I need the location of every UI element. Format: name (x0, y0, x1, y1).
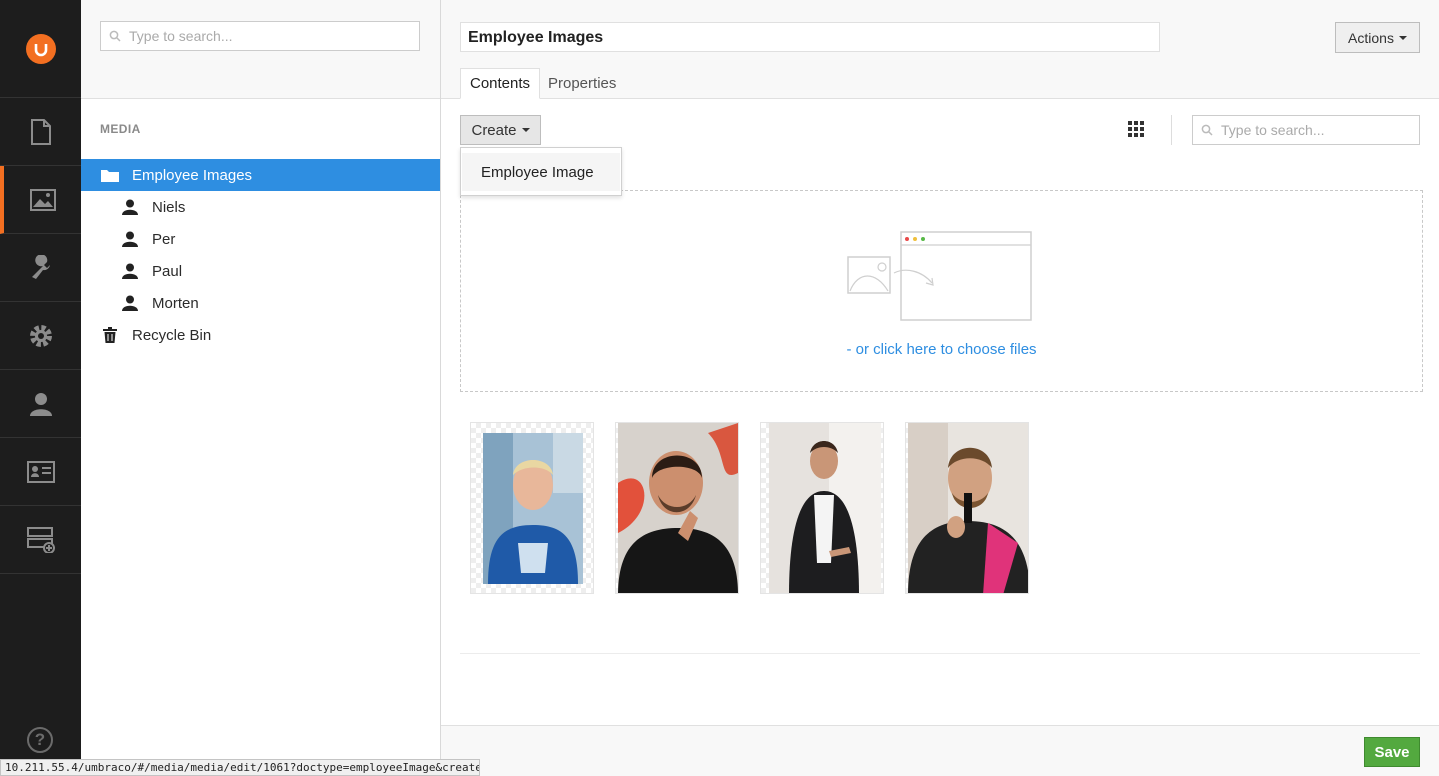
choose-files-link[interactable]: - or click here to choose files (461, 341, 1422, 358)
section-members[interactable] (0, 438, 81, 506)
tree-node-label: Employee Images (132, 166, 253, 184)
employee-photo (618, 423, 738, 593)
actions-button[interactable]: Actions (1335, 22, 1420, 53)
media-thumbnail[interactable] (470, 422, 594, 594)
employee-photo (483, 433, 583, 584)
grid-view-icon[interactable] (1128, 121, 1144, 137)
tab-properties[interactable]: Properties (539, 68, 625, 99)
create-button[interactable]: Create (460, 115, 541, 145)
employee-photo (908, 423, 1028, 593)
user-icon (120, 293, 140, 313)
upload-illustration-icon (847, 231, 1032, 321)
tree-node-morten[interactable]: Morten (81, 287, 440, 319)
section-developer[interactable] (0, 234, 81, 302)
folder-icon (100, 165, 120, 185)
tree-search-input[interactable]: Type to search... (100, 21, 420, 51)
media-tree-panel: Type to search... MEDIA Employee Images … (81, 0, 441, 776)
tree-node-per[interactable]: Per (81, 223, 440, 255)
user-icon (120, 229, 140, 249)
browser-status-url: 10.211.55.4/umbraco/#/media/media/edit/1… (0, 759, 480, 776)
tree-node-label: Per (152, 230, 176, 248)
section-users[interactable] (0, 370, 81, 438)
tree-node-paul[interactable]: Paul (81, 255, 440, 287)
media-editor: Employee Images Actions Contents Propert… (441, 0, 1439, 776)
section-media[interactable] (0, 166, 81, 234)
tree-node-niels[interactable]: Niels (81, 191, 440, 223)
forms-icon (26, 526, 55, 553)
search-icon (1201, 124, 1213, 136)
section-content[interactable] (0, 98, 81, 166)
members-icon (26, 460, 55, 483)
editor-footer: Save (441, 725, 1439, 776)
tree-search-placeholder: Type to search... (129, 28, 233, 44)
search-icon (109, 30, 121, 42)
caret-down-icon (521, 128, 530, 132)
settings-icon (29, 324, 52, 347)
users-icon (29, 392, 52, 416)
list-search-input[interactable]: Type to search... (1192, 115, 1420, 145)
tree-node-label: Morten (152, 294, 199, 312)
employee-photo (769, 423, 881, 593)
menu-item-employee-image[interactable]: Employee Image (462, 153, 620, 191)
tree-node-label: Niels (152, 198, 186, 216)
tree-node-label: Recycle Bin (132, 326, 212, 344)
tree-node-employee-images[interactable]: Employee Images (81, 159, 440, 191)
create-label: Create (471, 121, 517, 139)
media-thumbnail[interactable] (760, 422, 884, 594)
create-dropdown-menu: Employee Image (460, 147, 622, 196)
section-forms[interactable] (0, 506, 81, 574)
upload-dropzone[interactable]: - or click here to choose files (460, 190, 1423, 392)
section-settings[interactable] (0, 302, 81, 370)
developer-icon (31, 254, 50, 279)
media-thumbnail[interactable] (905, 422, 1029, 594)
media-thumbnail[interactable] (615, 422, 739, 594)
save-button[interactable]: Save (1364, 737, 1420, 767)
user-icon (120, 197, 140, 217)
app-section-bar: ? (0, 0, 81, 776)
toolbar-divider (1171, 115, 1172, 145)
tree-header: Type to search... (81, 0, 440, 99)
media-icon (29, 188, 56, 211)
media-name-input[interactable]: Employee Images (460, 22, 1160, 52)
content-divider (460, 653, 1420, 654)
content-icon (30, 118, 51, 145)
help-button[interactable]: ? (27, 727, 53, 753)
list-search-placeholder: Type to search... (1221, 122, 1325, 138)
actions-label: Actions (1348, 29, 1394, 46)
user-icon (120, 261, 140, 281)
tree-node-recycle-bin[interactable]: Recycle Bin (81, 319, 440, 351)
umbraco-logo-icon (25, 33, 56, 64)
tree-section-title: MEDIA (100, 122, 141, 136)
editor-header: Employee Images Actions Contents Propert… (441, 0, 1439, 99)
trash-icon (100, 325, 120, 345)
tab-contents[interactable]: Contents (460, 68, 541, 99)
tree-node-label: Paul (152, 262, 183, 280)
umbraco-logo[interactable] (0, 0, 81, 98)
caret-down-icon (1398, 35, 1407, 40)
